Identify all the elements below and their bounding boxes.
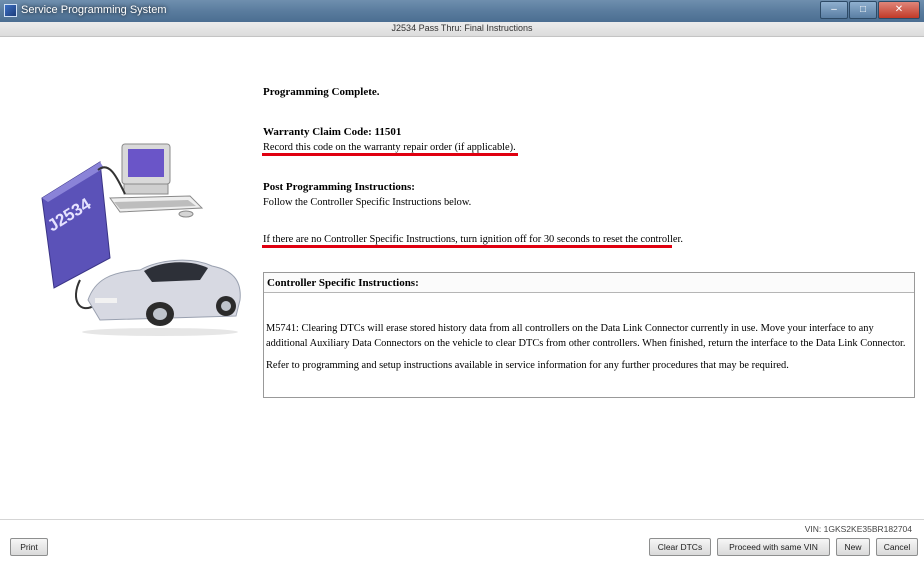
window-title: Service Programming System [21,4,167,16]
clear-dtcs-button[interactable]: Clear DTCs [649,538,711,556]
follow-instructions-note: Follow the Controller Specific Instructi… [263,197,472,208]
ignition-note-underline [262,245,672,248]
cancel-button[interactable]: Cancel [876,538,918,556]
window-title-bar[interactable]: Service Programming System – □ ✕ [0,0,924,23]
window-controls: – □ ✕ [819,1,920,19]
proceed-same-vin-button[interactable]: Proceed with same VIN [717,538,830,556]
programming-complete-heading: Programming Complete. [263,86,380,98]
page-header: J2534 Pass Thru: Final Instructions [0,22,924,37]
computer-icon [109,143,204,218]
new-button[interactable]: New [836,538,870,556]
controller-specific-title: Controller Specific Instructions: [264,273,914,293]
page-title: J2534 Pass Thru: Final Instructions [391,23,533,33]
car-icon [82,259,241,336]
controller-instruction-paragraph: M5741: Clearing DTCs will erase stored h… [266,323,906,349]
warranty-claim-code: Warranty Claim Code: 11501 [263,126,402,138]
maximize-button[interactable]: □ [849,1,877,19]
close-button[interactable]: ✕ [878,1,920,19]
post-programming-heading: Post Programming Instructions: [263,181,415,193]
footer-divider [0,519,924,520]
j2534-device-icon: J2534 [41,161,111,289]
record-note-underline [262,153,518,156]
print-button[interactable]: Print [10,538,48,556]
controller-specific-panel: Controller Specific Instructions: M5741:… [263,272,915,398]
vin-label: VIN: 1GKS2KE35BR182704 [804,524,912,534]
app-icon [4,4,17,17]
record-code-note: Record this code on the warranty repair … [263,142,516,153]
j2534-illustration: J2534 [41,143,241,336]
minimize-button[interactable]: – [820,1,848,19]
ignition-note: If there are no Controller Specific Inst… [263,234,683,245]
controller-instruction-paragraph: Refer to programming and setup instructi… [266,360,789,371]
